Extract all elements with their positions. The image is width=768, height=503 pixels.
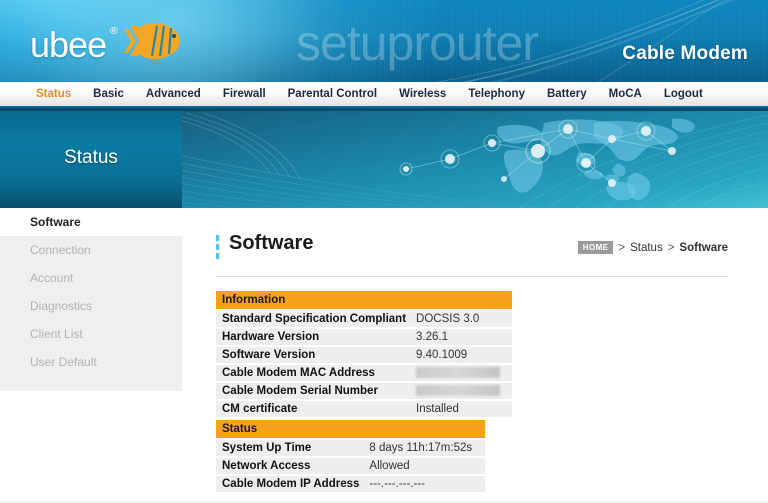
row-label: Network Access [216,458,366,474]
sidebar-item-diagnostics[interactable]: Diagnostics [0,292,182,320]
row-label: Software Version [216,347,413,363]
row-label: System Up Time [216,440,366,456]
table-heading: Status [216,420,486,438]
breadcrumb: HOME > Status > Software [577,241,728,254]
information-table: Information Standard Specification Compli… [216,291,513,417]
breadcrumb-home-badge[interactable]: HOME [577,241,614,254]
brand-name: ubee [30,23,107,65]
status-tables: Information Standard Specification Compli… [216,291,768,492]
hero-banner: Status [0,108,768,208]
table-row: Hardware Version 3.26.1 [216,329,513,345]
page-header: Software HOME > Status > Software [216,232,728,277]
row-value: 9.40.1009 [412,347,513,363]
redacted-value [416,367,501,379]
nav-item-telephony[interactable]: Telephony [468,88,525,100]
breadcrumb-separator-icon: > [618,241,626,254]
sidebar-item-user-default[interactable]: User Default [0,348,182,376]
nav-item-moca[interactable]: MoCA [609,88,642,100]
world-map-network-banner [372,117,732,208]
breadcrumb-item-software: Software [679,241,728,254]
section-header-panel: Status [0,111,182,208]
row-value: Allowed [365,458,486,474]
row-label: Cable Modem MAC Address [216,365,413,381]
nav-item-wireless[interactable]: Wireless [399,88,446,100]
nav-item-basic[interactable]: Basic [93,88,124,100]
sidebar-item-account[interactable]: Account [0,264,182,292]
sidebar-item-software[interactable]: Software [0,208,182,236]
row-label: Hardware Version [216,329,413,345]
nav-item-parental-control[interactable]: Parental Control [288,88,377,100]
setuprouter-watermark: setuprouter [296,15,539,71]
sidebar-item-connection[interactable]: Connection [0,236,182,264]
page-title: Software [229,232,314,254]
angelfish-logo-icon [124,20,182,67]
registered-trademark-icon: ® [110,26,118,37]
sidebar-item-client-list[interactable]: Client List [0,320,182,348]
table-row: Network Access Allowed [216,458,486,474]
row-value [412,365,513,381]
breadcrumb-item-status[interactable]: Status [630,242,663,254]
nav-item-battery[interactable]: Battery [547,88,587,100]
device-type-label: Cable Modem [622,43,748,64]
table-row: System Up Time 8 days 11h:17m:52s [216,440,486,456]
breadcrumb-separator-icon: > [667,241,675,254]
nav-item-advanced[interactable]: Advanced [146,88,201,100]
page-body: Software Connection Account Diagnostics Clie… [0,208,768,503]
row-label: Cable Modem IP Address [216,476,366,492]
site-header: ubee ® setuprouter Cable Modem [0,0,768,82]
row-value: 8 days 11h:17m:52s [365,440,486,456]
table-row: Cable Modem IP Address ---.---.---.--- [216,476,486,492]
brand-logo[interactable]: ubee ® [30,22,182,67]
row-value: 3.26.1 [412,329,513,345]
row-label: Cable Modem Serial Number [216,383,413,399]
table-row: Cable Modem MAC Address [216,365,513,381]
title-accent-mark-icon [216,235,219,259]
table-row: Cable Modem Serial Number [216,383,513,399]
row-label: CM certificate [216,401,413,417]
sidebar-menu: Software Connection Account Diagnostics Clie… [0,208,182,391]
nav-item-logout[interactable]: Logout [664,88,703,100]
row-value: DOCSIS 3.0 [412,311,513,327]
row-label: Standard Specification Compliant [216,311,413,327]
table-header-row: Status [216,420,486,438]
main-navigation: Status Basic Advanced Firewall Parental Cont… [0,82,768,108]
nav-item-status[interactable]: Status [36,88,71,100]
section-title: Status [64,147,118,168]
redacted-value [416,385,501,397]
table-row: Software Version 9.40.1009 [216,347,513,363]
table-row: Standard Specification Compliant DOCSIS 3… [216,311,513,327]
row-value [412,383,513,399]
table-row: CM certificate Installed [216,401,513,417]
main-content: Software HOME > Status > Software Inform… [182,208,768,503]
row-value: Installed [412,401,513,417]
table-header-row: Information [216,291,513,309]
nav-item-firewall[interactable]: Firewall [223,88,266,100]
table-heading: Information [216,291,513,309]
row-value: ---.---.---.--- [365,476,486,492]
status-table: Status System Up Time 8 days 11h:17m:52s Ne… [216,420,486,492]
